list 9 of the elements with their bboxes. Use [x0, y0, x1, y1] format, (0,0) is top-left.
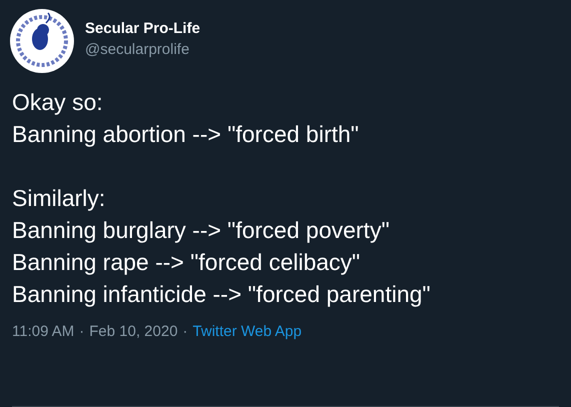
avatar-logo — [10, 9, 74, 73]
author-name[interactable]: Secular Pro-Life — [85, 18, 200, 40]
separator-dot: · — [182, 322, 188, 342]
source-link[interactable]: Twitter Web App — [192, 322, 302, 342]
tweet-date[interactable]: Feb 10, 2020 — [89, 322, 178, 342]
tweet-text: Okay so: Banning abortion --> "forced birth" Similarly: Banning burglary --> "forced poverty" Banning rape --> "forced celibacy" Banning infanticide --> "forced parenting" — [11, 88, 432, 309]
tweet-time[interactable]: 11:09 AM — [12, 322, 74, 342]
author-handle[interactable]: @secularprolife — [85, 40, 200, 60]
separator-dot: · — [79, 322, 84, 342]
